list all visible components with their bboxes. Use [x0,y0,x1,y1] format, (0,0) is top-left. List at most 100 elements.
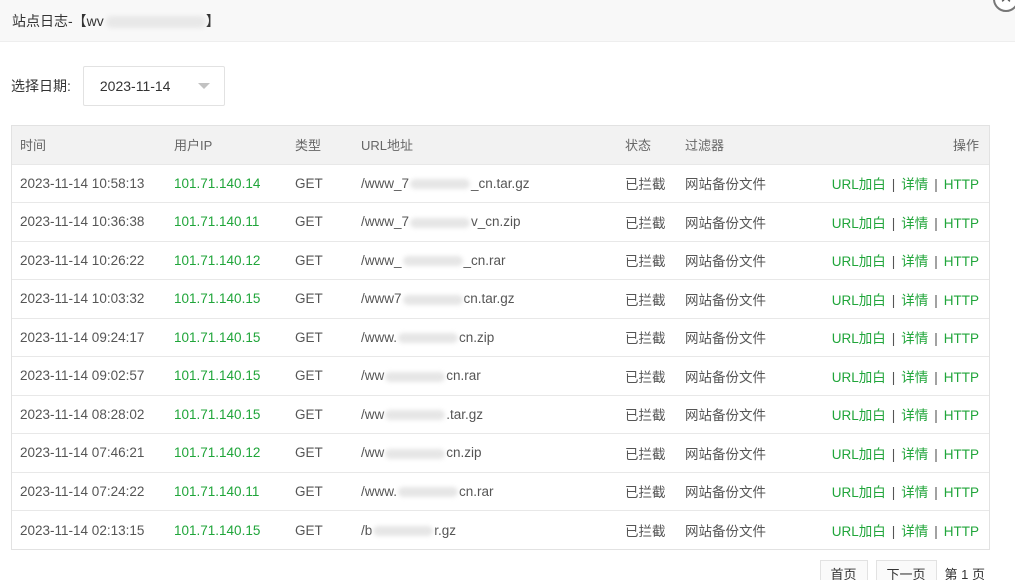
col-header-time: 时间 [20,138,47,154]
detail-link[interactable]: 详情 [901,331,928,346]
url-whitelist-link[interactable]: URL加白 [832,216,886,231]
http-link[interactable]: HTTP [944,370,979,385]
http-link[interactable]: HTTP [944,331,979,346]
cell-ip: 101.71.140.15 [174,522,261,538]
cell-actions: URL加白 | 详情 | HTTP [807,318,989,357]
url-start: /www_ [361,252,402,268]
action-separator: | [891,524,896,539]
action-separator: | [891,485,896,501]
col-header-status: 状态 [625,138,652,154]
cell-type: GET [295,368,323,384]
cell-time: 2023-11-14 10:58:13 [20,175,145,191]
cell-filter: 网站备份文件 [685,215,766,231]
detail-link[interactable]: 详情 [901,293,928,308]
cell-type: GET [295,214,323,230]
url-end: _cn.tar.gz [471,175,530,191]
cell-type: GET [295,252,323,268]
cell-type: GET [295,445,323,461]
http-link[interactable]: HTTP [944,216,979,231]
detail-link[interactable]: 详情 [901,408,928,423]
next-page-button[interactable]: 下一页 [875,560,937,580]
redacted-url-part [385,448,446,459]
first-page-button[interactable]: 首页 [819,560,868,580]
http-link[interactable]: HTTP [944,524,979,539]
cell-actions: URL加白 | 详情 | HTTP [807,164,989,203]
detail-link[interactable]: 详情 [901,177,928,192]
cell-status: 已拦截 [625,485,666,501]
redacted-url-part [385,410,446,421]
action-separator: | [891,446,896,462]
url-start: /www_7 [361,214,410,230]
dialog-titlebar: 站点日志-【wv】 [0,0,1015,42]
cell-url: /www. cn.rar [353,472,617,511]
table-row: 2023-11-14 02:13:15 101.71.140.15 GET/b r.g… [12,510,989,550]
url-whitelist-link[interactable]: URL加白 [832,447,886,462]
url-start: /www7 [361,291,402,307]
url-end: .tar.gz [446,406,484,422]
http-link[interactable]: HTTP [944,447,979,462]
url-whitelist-link[interactable]: URL加白 [832,370,886,385]
date-filter-label: 选择日期: [11,78,71,94]
table-row: 2023-11-14 10:58:13 101.71.140.14 GET/www_… [12,164,989,203]
url-whitelist-link[interactable]: URL加白 [832,293,886,308]
url-whitelist-link[interactable]: URL加白 [832,177,886,192]
http-link[interactable]: HTTP [944,408,979,423]
cell-type: GET [295,291,323,307]
chevron-down-icon [197,83,210,89]
cell-ip: 101.71.140.15 [174,329,261,345]
cell-url: /ww .tar.gz [353,395,617,434]
cell-status: 已拦截 [625,215,666,231]
url-start: /ww [361,406,385,422]
table-row: 2023-11-14 07:24:22 101.71.140.11 GET/www.… [12,472,989,511]
detail-link[interactable]: 详情 [901,485,928,500]
url-start: /ww [361,368,385,384]
detail-link[interactable]: 详情 [901,216,928,231]
redacted-url-part [410,217,471,228]
cell-status: 已拦截 [625,292,666,308]
http-link[interactable]: HTTP [944,177,979,192]
http-link[interactable]: HTTP [944,485,979,500]
detail-link[interactable]: 详情 [901,254,928,269]
url-end: cn.zip [459,329,495,345]
http-link[interactable]: HTTP [944,293,979,308]
url-whitelist-link[interactable]: URL加白 [832,485,886,500]
detail-link[interactable]: 详情 [901,524,928,539]
url-whitelist-link[interactable]: URL加白 [832,254,886,269]
redacted-url-part [373,525,434,536]
url-whitelist-link[interactable]: URL加白 [832,331,886,346]
cell-url: /ww cn.zip [353,434,617,473]
url-end: cn.zip [446,445,482,461]
redacted-url-part [398,333,459,344]
cell-filter: 网站备份文件 [685,524,766,539]
cell-status: 已拦截 [625,524,666,539]
cell-ip: 101.71.140.15 [174,406,261,422]
cell-ip: 101.71.140.14 [174,175,261,191]
url-whitelist-link[interactable]: URL加白 [832,524,886,539]
url-start: /b [361,522,373,538]
url-start: /www. [361,483,398,499]
action-separator: | [934,292,938,308]
url-whitelist-link[interactable]: URL加白 [832,408,886,423]
cell-status: 已拦截 [625,369,666,385]
redacted-url-part [385,371,446,382]
table-row: 2023-11-14 07:46:21 101.71.140.12 GET/ww cn… [12,433,989,473]
url-start: /ww [361,445,385,461]
cell-type: GET [295,483,323,499]
detail-link[interactable]: 详情 [901,370,928,385]
detail-link[interactable]: 详情 [901,447,928,462]
url-start: /www. [361,329,398,345]
table-row: 2023-11-14 10:03:32 101.71.140.15 GET/www7… [12,279,989,319]
cell-filter: 网站备份文件 [685,331,766,347]
action-separator: | [934,177,938,193]
http-link[interactable]: HTTP [944,254,979,269]
redacted-url-part [402,294,463,305]
cell-url: /www7 cn.tar.gz [353,280,617,319]
col-header-url: URL地址 [361,138,414,154]
action-separator: | [891,292,896,308]
cell-filter: 网站备份文件 [685,408,766,424]
cell-ip: 101.71.140.15 [174,368,261,384]
redacted-url-part [398,487,459,498]
date-select[interactable]: 2023-11-14 [82,66,225,106]
table-row: 2023-11-14 09:24:17 101.71.140.15 GET/www.… [12,318,989,357]
cell-status: 已拦截 [625,331,666,347]
